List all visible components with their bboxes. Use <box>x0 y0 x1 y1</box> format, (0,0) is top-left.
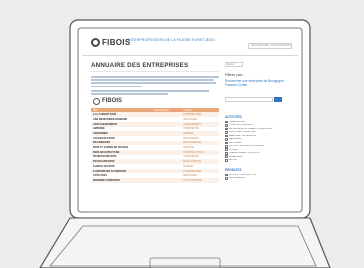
table-row[interactable]: DOMAINE FORESTIER SYLVICULTURE <box>91 178 219 183</box>
activity-filter-item[interactable]: CONSTRUCTEUR BOIS <box>225 124 291 127</box>
back-button[interactable]: Retour <box>225 62 243 67</box>
activity-filter-item[interactable]: ENTREPRISE DE TRAVAUX FORESTIERS <box>225 127 291 131</box>
intro-text <box>91 76 219 95</box>
checkbox[interactable] <box>225 151 228 155</box>
products-list: BOIS DE CONSTRUCTION BOIS ÉNERGIE <box>225 173 291 180</box>
checkbox[interactable] <box>225 141 228 145</box>
activity-filter-label: CONSTRUCTEUR BOIS <box>229 124 254 127</box>
activity-filter-item[interactable]: AUTRE <box>225 158 291 162</box>
product-filter-label: BOIS ÉNERGIE <box>229 177 245 180</box>
page-title: ANNUAIRE DES ENTREPRISES <box>91 62 219 72</box>
sidebar: Retour Filtrer par : Rechercher une entr… <box>225 62 291 180</box>
activity-filter-item[interactable]: EXPLOITANT FORESTIER <box>225 131 291 134</box>
activity-filter-label: FABRICANT DE MEUBLES <box>229 134 257 137</box>
company-name: DOMAINE FORESTIER <box>91 178 153 183</box>
activities-list: CHARPENTIER CONSTRUCTEUR BOIS ENTREPRISE D… <box>225 120 291 162</box>
logo-text: FIBOIS <box>102 38 131 47</box>
product-filter-label: BOIS DE CONSTRUCTION <box>229 173 257 176</box>
checkbox[interactable] <box>225 173 228 177</box>
activity-filter-label: EMBALLAGE <box>229 155 243 158</box>
content-logo-text: FIBOIS <box>102 98 123 105</box>
company-activity: SYLVICULTURE <box>181 178 219 183</box>
sidebar-search-button[interactable] <box>274 96 282 102</box>
activity-filter-label: SCIERIE <box>229 148 238 151</box>
activity-filter-label: EXPLOITANT FORESTIER <box>229 131 256 134</box>
filter-title: Filtrer par : <box>225 72 245 77</box>
activity-filter-item[interactable]: PRODUCTEUR DE BOIS ÉNERGIE <box>225 144 291 148</box>
logo-mark-icon <box>91 38 100 47</box>
checkbox[interactable] <box>225 127 228 131</box>
product-filter-item[interactable]: BOIS DE CONSTRUCTION <box>225 173 291 177</box>
product-filter-item[interactable]: BOIS ÉNERGIE <box>225 177 291 180</box>
checkbox[interactable] <box>225 124 228 127</box>
checkbox[interactable] <box>225 134 228 138</box>
sidebar-search <box>225 91 291 109</box>
activity-filter-item[interactable]: EMBALLAGE <box>225 155 291 159</box>
activity-filter-label: MENUISIER <box>229 138 242 141</box>
products-heading: PRODUITS <box>225 167 242 172</box>
checkbox[interactable] <box>225 144 228 148</box>
checkbox[interactable] <box>225 138 228 141</box>
activity-filter-item[interactable]: FABRICANT DE MEUBLES <box>225 134 291 138</box>
site-header: FIBOIS INTERPROFESSION DE LA FILIERE FOR… <box>82 32 298 56</box>
activity-filter-label: TRANSFORMATION DU BOIS <box>229 152 260 155</box>
company-dept <box>152 178 182 183</box>
activity-filter-label: NÉGOCIANT <box>229 141 243 144</box>
checkbox[interactable] <box>225 120 228 124</box>
activity-filter-item[interactable]: MENUISIER <box>225 138 291 141</box>
activities-heading: ACTIVITÉS <box>225 114 242 119</box>
checkbox[interactable] <box>225 131 228 134</box>
screen: FIBOIS INTERPROFESSION DE LA FILIERE FOR… <box>82 32 298 208</box>
activity-filter-item[interactable]: NÉGOCIANT <box>225 141 291 145</box>
activity-filter-label: AUTRE <box>229 159 237 162</box>
activity-filter-item[interactable]: SCIERIE <box>225 148 291 152</box>
checkbox[interactable] <box>225 158 228 162</box>
search-company-link[interactable]: Rechercher une entreprise de Bourgogne-F… <box>225 79 291 88</box>
header-tagline: INTERPROFESSION DE LA FILIERE FORET-BOIS <box>128 38 215 42</box>
header-search-input[interactable]: RECHERCHER UNE ENTREPRISE <box>248 43 292 49</box>
activity-filter-label: PRODUCTEUR DE BOIS ÉNERGIE <box>229 145 265 148</box>
checkbox[interactable] <box>225 148 228 152</box>
checkbox[interactable] <box>225 177 228 180</box>
activity-filter-label: ENTREPRISE DE TRAVAUX FORESTIERS <box>229 127 272 130</box>
site-logo[interactable]: FIBOIS <box>91 38 130 47</box>
content-logo: FIBOIS <box>93 97 219 105</box>
sidebar-search-input[interactable] <box>225 97 273 102</box>
companies-table: Nom Département Activité 2 A LAURENT BOI… <box>91 107 219 183</box>
activity-filter-item[interactable]: TRANSFORMATION DU BOIS <box>225 151 291 155</box>
logo-mark-icon <box>93 97 100 105</box>
main-content: ANNUAIRE DES ENTREPRISES FIBOIS Nom Dépa… <box>91 62 219 183</box>
activity-filter-item[interactable]: CHARPENTIER <box>225 120 291 124</box>
activity-filter-label: CHARPENTIER <box>229 120 245 123</box>
checkbox[interactable] <box>225 155 228 159</box>
